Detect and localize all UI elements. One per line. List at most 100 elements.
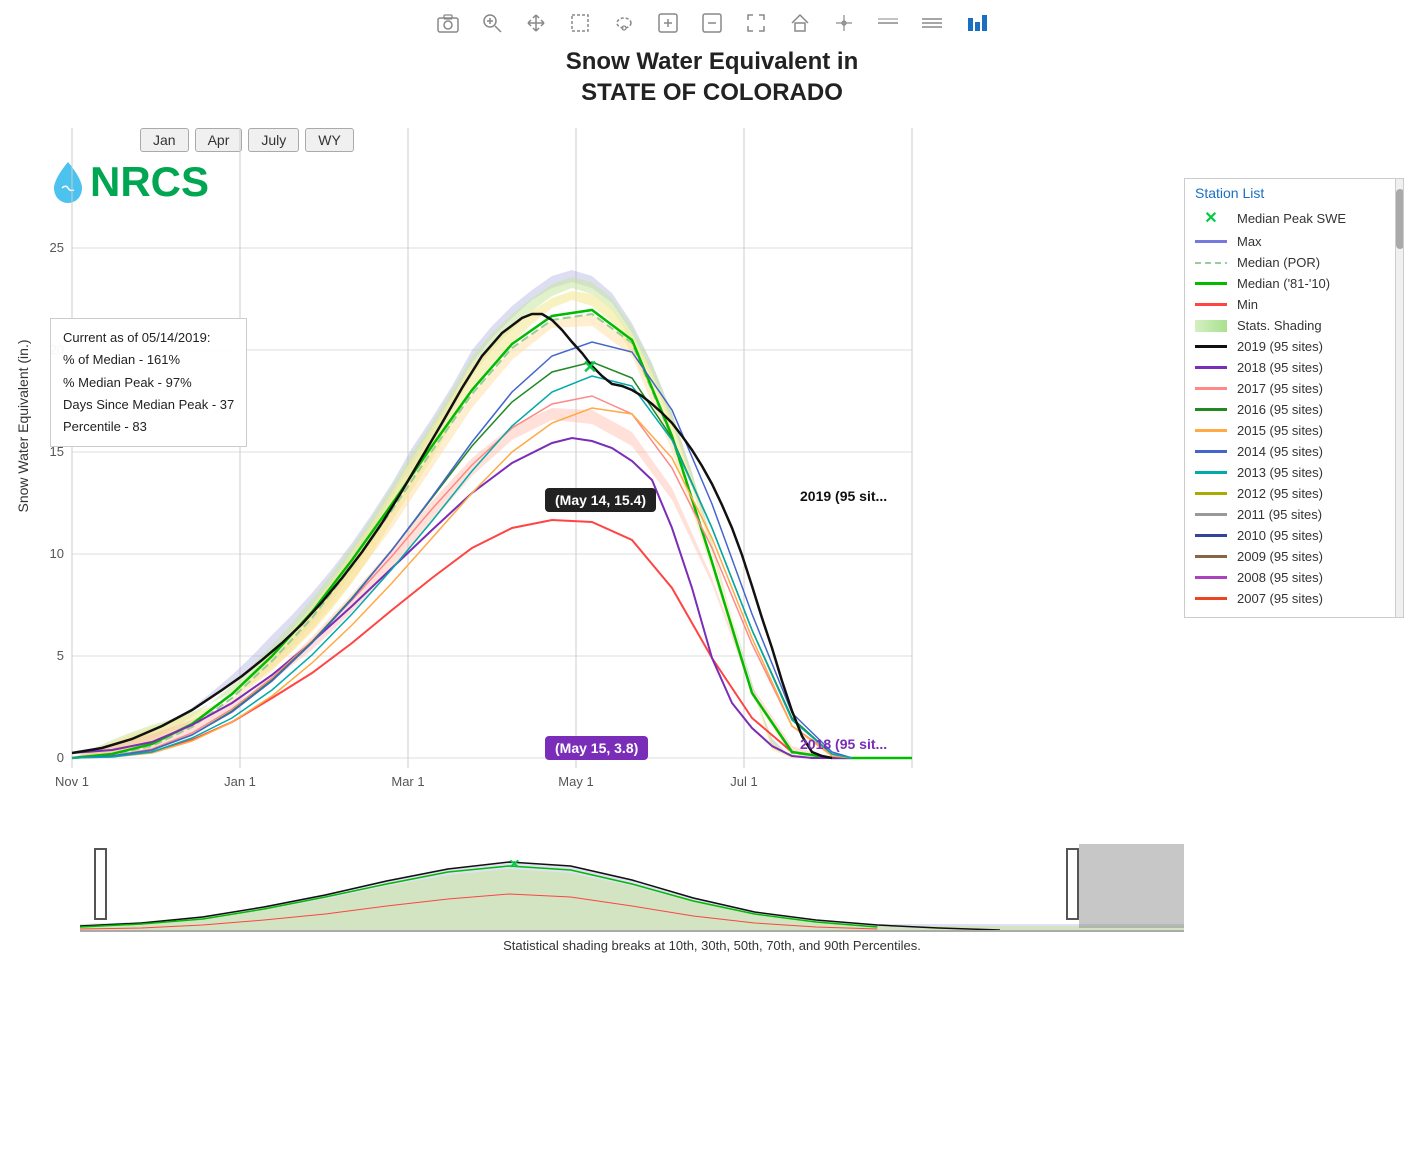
legend-item[interactable]: Median (POR): [1185, 252, 1403, 273]
svg-text:5: 5: [57, 648, 64, 663]
legend-label: 2013 (95 sites): [1237, 465, 1323, 480]
legend-line-icon: [1195, 387, 1227, 390]
toggle-spike-icon[interactable]: [919, 10, 945, 36]
chart-area: Snow Water Equivalent (in.) NRCS Current…: [0, 118, 1184, 838]
legend-line-icon: [1195, 366, 1227, 369]
legend-scrollbar[interactable]: [1395, 179, 1403, 617]
legend-item[interactable]: 2010 (95 sites): [1185, 525, 1403, 546]
pan-icon[interactable]: [523, 10, 549, 36]
svg-text:Jul 1: Jul 1: [730, 774, 757, 789]
legend-label: Median ('81-'10): [1237, 276, 1330, 291]
legend-line-icon: [1195, 408, 1227, 411]
legend-label: Median (POR): [1237, 255, 1320, 270]
legend-label: 2012 (95 sites): [1237, 486, 1323, 501]
legend-line-icon: [1195, 534, 1227, 537]
legend-item[interactable]: 2012 (95 sites): [1185, 483, 1403, 504]
legend-label: 2010 (95 sites): [1237, 528, 1323, 543]
legend-line-icon: [1195, 282, 1227, 285]
main-chart-svg: 0 5 10 15 20 25 Nov 1 Jan 1 Mar 1 May 1 …: [72, 128, 912, 788]
select-icon[interactable]: [567, 10, 593, 36]
legend-item[interactable]: 2013 (95 sites): [1185, 462, 1403, 483]
legend-line-icon: [1195, 303, 1227, 306]
legend-item[interactable]: 2008 (95 sites): [1185, 567, 1403, 588]
label-2018: 2018 (95 sit...: [800, 736, 887, 752]
legend-label: Max: [1237, 234, 1262, 249]
zoom-in-icon[interactable]: [655, 10, 681, 36]
station-list-link[interactable]: Station List: [1185, 179, 1403, 205]
legend-item[interactable]: 2007 (95 sites): [1185, 588, 1403, 609]
legend-item[interactable]: 2017 (95 sites): [1185, 378, 1403, 399]
spike-lines-icon[interactable]: [831, 10, 857, 36]
chart-title: Snow Water Equivalent in STATE OF COLORA…: [0, 42, 1424, 108]
svg-text:25: 25: [50, 240, 64, 255]
mini-chart: ✕: [80, 844, 1184, 932]
legend-label: 2016 (95 sites): [1237, 402, 1323, 417]
legend-item[interactable]: Median ('81-'10): [1185, 273, 1403, 294]
legend-label: 2015 (95 sites): [1237, 423, 1323, 438]
svg-text:10: 10: [50, 546, 64, 561]
tooltip-2018: (May 15, 3.8): [545, 736, 648, 760]
mini-handle-left[interactable]: [94, 848, 107, 920]
svg-text:✕: ✕: [508, 858, 520, 871]
legend-line-icon: [1195, 576, 1227, 579]
legend-line-icon: [1195, 240, 1227, 243]
legend-line-icon: [1195, 429, 1227, 432]
lasso-icon[interactable]: [611, 10, 637, 36]
legend-line-icon: [1195, 345, 1227, 348]
footer-note: Statistical shading breaks at 10th, 30th…: [0, 938, 1424, 963]
legend-scrollbar-thumb[interactable]: [1396, 189, 1404, 249]
svg-text:May 1: May 1: [558, 774, 593, 789]
legend-label: 2009 (95 sites): [1237, 549, 1323, 564]
legend-label: 2019 (95 sites): [1237, 339, 1323, 354]
camera-icon[interactable]: [435, 10, 461, 36]
legend-item[interactable]: 2016 (95 sites): [1185, 399, 1403, 420]
legend-item[interactable]: 2009 (95 sites): [1185, 546, 1403, 567]
legend-label: Stats. Shading: [1237, 318, 1322, 333]
legend-label: 2008 (95 sites): [1237, 570, 1323, 585]
legend-label: Min: [1237, 297, 1258, 312]
tooltip-2019: (May 14, 15.4): [545, 488, 656, 512]
legend-line-icon: [1195, 597, 1227, 600]
zoom-out-icon[interactable]: [699, 10, 725, 36]
svg-text:Jan 1: Jan 1: [224, 774, 256, 789]
legend-cross-icon: ✕: [1195, 208, 1227, 228]
mini-chart-svg: ✕: [80, 844, 1184, 930]
svg-text:Mar 1: Mar 1: [391, 774, 424, 789]
legend-item[interactable]: 2018 (95 sites): [1185, 357, 1403, 378]
legend-line-icon: [1195, 262, 1227, 264]
legend-item[interactable]: Max: [1185, 231, 1403, 252]
legend-label: Median Peak SWE: [1237, 211, 1346, 226]
svg-text:✕: ✕: [582, 357, 597, 377]
legend-item[interactable]: 2011 (95 sites): [1185, 504, 1403, 525]
legend-shading-icon: [1195, 320, 1227, 332]
legend-panel[interactable]: Station List ✕ Median Peak SWE Max Median (…: [1184, 178, 1404, 618]
compare-icon[interactable]: [875, 10, 901, 36]
zoom-icon[interactable]: [479, 10, 505, 36]
legend-line-icon: [1195, 450, 1227, 453]
legend-label: 2018 (95 sites): [1237, 360, 1323, 375]
toolbar: [0, 0, 1424, 42]
legend-label: 2007 (95 sites): [1237, 591, 1323, 606]
legend-item[interactable]: ✕ Median Peak SWE: [1185, 205, 1403, 231]
bar-chart-active-icon[interactable]: [963, 10, 989, 36]
info-box: Current as of 05/14/2019: % of Median - …: [50, 318, 247, 446]
legend-item[interactable]: 2015 (95 sites): [1185, 420, 1403, 441]
svg-text:0: 0: [57, 750, 64, 765]
label-2019: 2019 (95 sit...: [800, 488, 887, 504]
legend-item[interactable]: 2019 (95 sites): [1185, 336, 1403, 357]
legend-label: 2011 (95 sites): [1237, 507, 1322, 522]
legend-item[interactable]: Stats. Shading: [1185, 315, 1403, 336]
svg-text:Nov 1: Nov 1: [55, 774, 89, 789]
home-icon[interactable]: [787, 10, 813, 36]
main-content: Snow Water Equivalent (in.) NRCS Current…: [0, 118, 1424, 838]
mini-shaded-area: [1079, 844, 1184, 928]
legend-line-icon: [1195, 555, 1227, 558]
legend-label: 2014 (95 sites): [1237, 444, 1323, 459]
legend-item[interactable]: 2014 (95 sites): [1185, 441, 1403, 462]
legend-line-icon: [1195, 492, 1227, 495]
legend-line-icon: [1195, 513, 1227, 516]
legend-line-icon: [1195, 471, 1227, 474]
legend-item[interactable]: Min: [1185, 294, 1403, 315]
fullscreen-icon[interactable]: [743, 10, 769, 36]
mini-handle-right[interactable]: [1066, 848, 1079, 920]
